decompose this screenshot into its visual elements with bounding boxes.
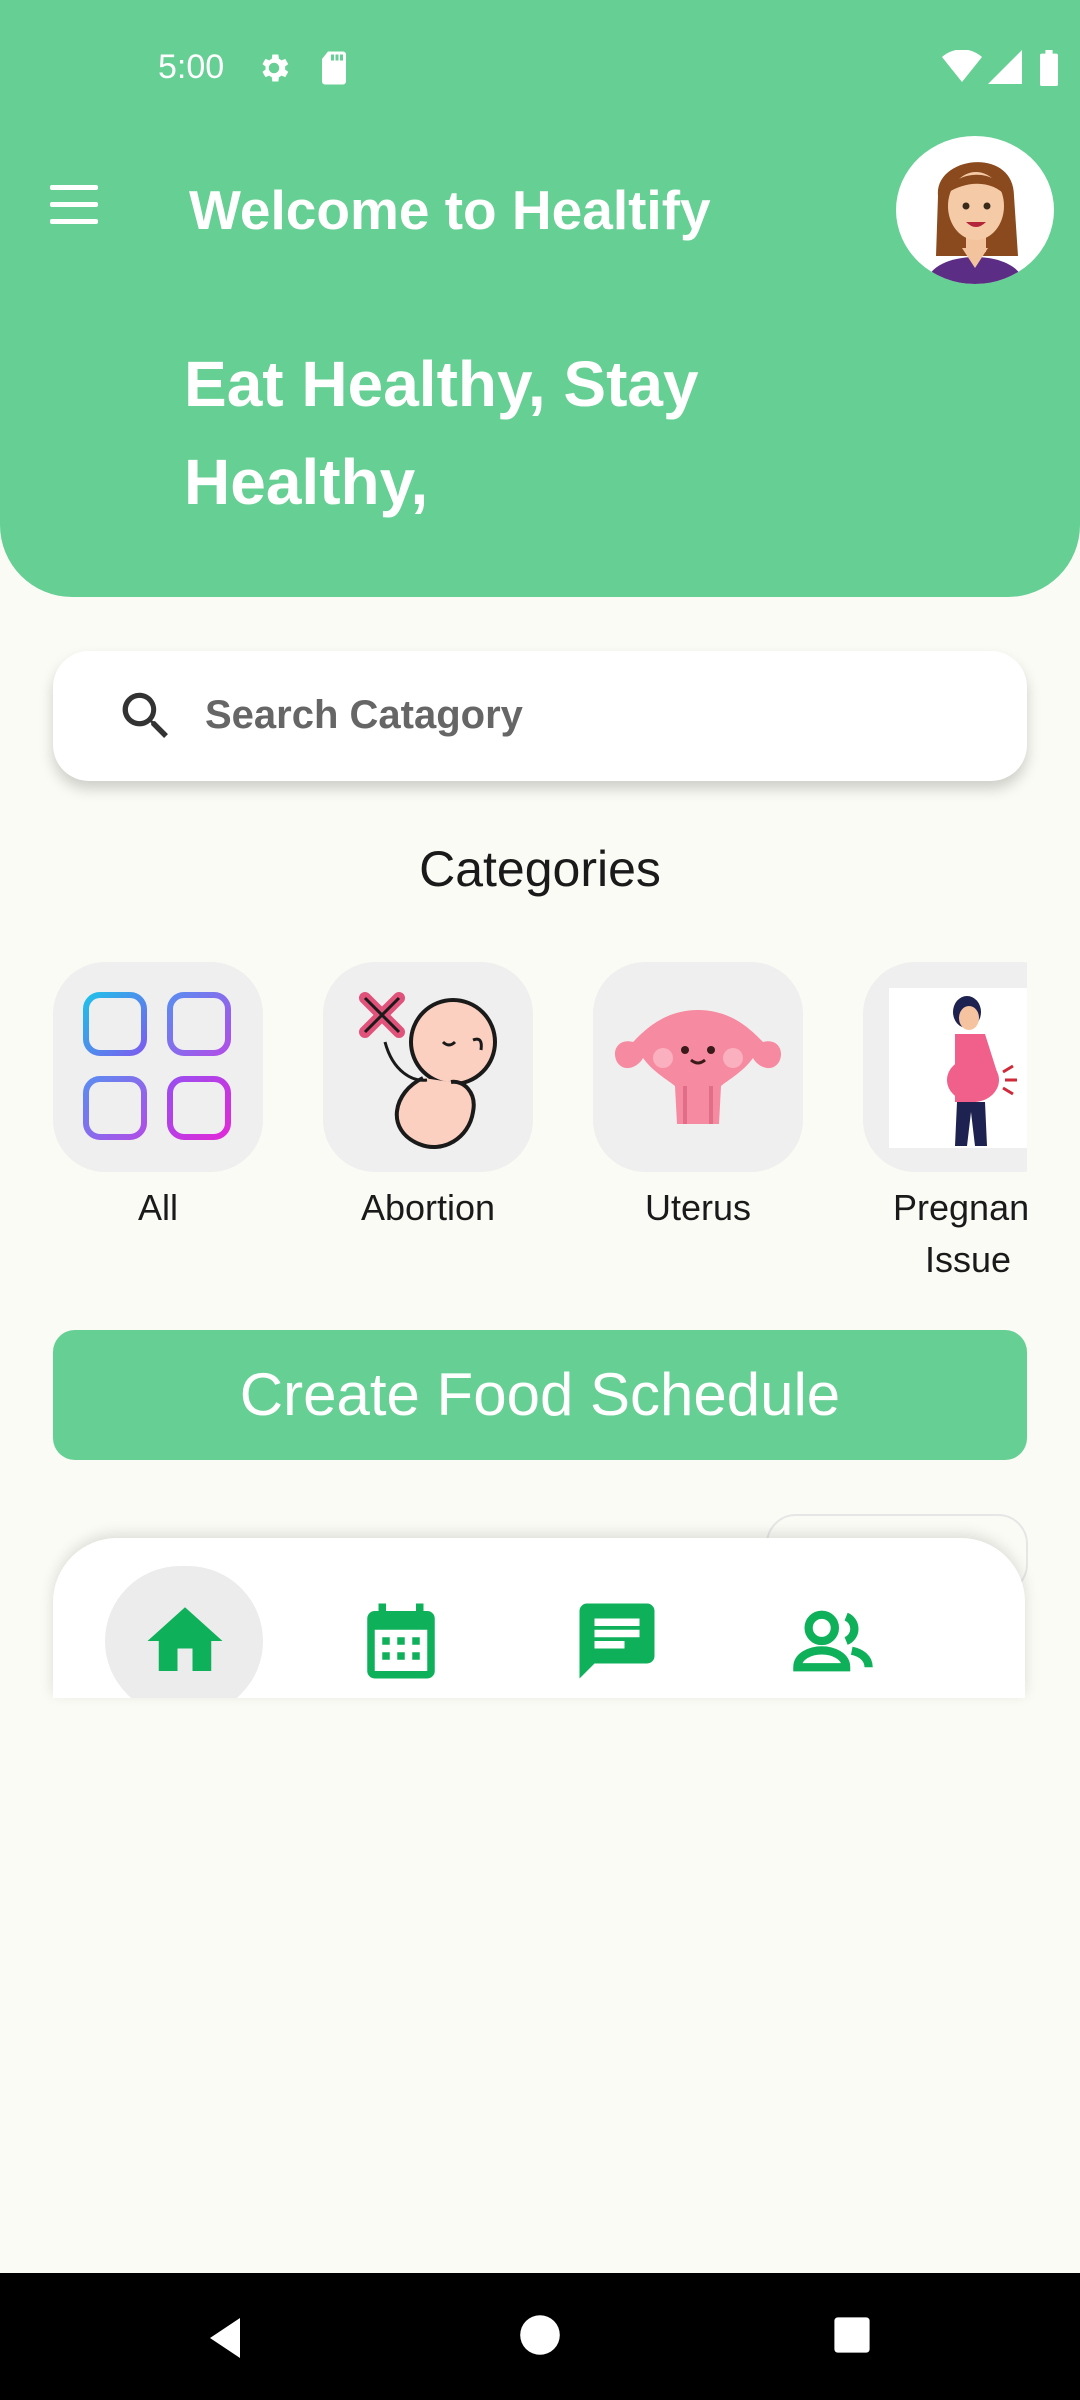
category-label: Uterus <box>644 1187 752 1228</box>
home-circle-icon[interactable] <box>518 2313 562 2357</box>
category-abortion[interactable]: Abortion <box>323 962 533 1234</box>
nav-community[interactable] <box>753 1566 911 1698</box>
back-icon[interactable] <box>200 2313 250 2363</box>
category-uterus[interactable]: Uterus <box>593 962 803 1234</box>
system-nav-bar <box>0 2273 1080 2400</box>
category-label: All <box>137 1187 178 1228</box>
category-tile <box>323 962 533 1172</box>
category-label: Pregnancy Issue <box>863 1182 1027 1282</box>
create-food-schedule-button[interactable]: Create Food Schedule <box>53 1330 1027 1460</box>
settings-icon <box>262 54 289 82</box>
grid-icon <box>83 992 231 1140</box>
nav-messages[interactable] <box>537 1566 695 1698</box>
fetus-icon <box>359 992 497 1150</box>
category-label-text: Pregnancy Issue <box>893 1187 1027 1280</box>
category-tile <box>53 962 263 1172</box>
chat-icon <box>579 1603 655 1679</box>
nav-calendar[interactable] <box>321 1566 479 1698</box>
category-label: Abortion <box>360 1187 496 1228</box>
category-pregnancy-issue[interactable]: Pregnancy Issue <box>863 962 1027 1282</box>
category-tile <box>863 962 1027 1172</box>
bottom-nav <box>53 1538 1025 1698</box>
tagline: Eat Healthy, Stay Healthy, <box>184 348 699 518</box>
page-title: Welcome to Healtify <box>189 179 711 241</box>
calendar-icon <box>367 1603 435 1679</box>
uterus-icon <box>614 1010 782 1124</box>
woman-avatar-icon <box>926 162 1024 284</box>
battery-icon <box>1040 50 1058 86</box>
people-icon <box>793 1610 873 1672</box>
cell-signal-icon <box>988 50 1022 84</box>
recents-icon[interactable] <box>830 2313 874 2357</box>
home-icon <box>147 1607 223 1671</box>
search-placeholder: Search Catagory <box>205 693 523 737</box>
status-time: 5:00 <box>158 48 225 86</box>
nav-home[interactable] <box>105 1566 263 1698</box>
sd-card-icon <box>322 51 346 85</box>
search-input[interactable]: Search Catagory <box>53 651 1027 781</box>
wifi-icon <box>942 50 982 82</box>
avatar[interactable] <box>896 136 1054 284</box>
search-icon <box>122 692 168 738</box>
header: 5:00 Welcome to Healtify Eat Healthy, St… <box>0 0 1080 597</box>
pregnant-woman-icon <box>889 988 1027 1148</box>
status-bar: 5:00 <box>0 0 1080 130</box>
menu-icon[interactable] <box>44 185 104 235</box>
category-all[interactable]: All <box>53 962 263 1234</box>
categories-title: Categories <box>419 841 661 897</box>
category-tile <box>593 962 803 1172</box>
category-list: All Abortion Uterus Pregnan Issue <box>53 962 1027 1282</box>
